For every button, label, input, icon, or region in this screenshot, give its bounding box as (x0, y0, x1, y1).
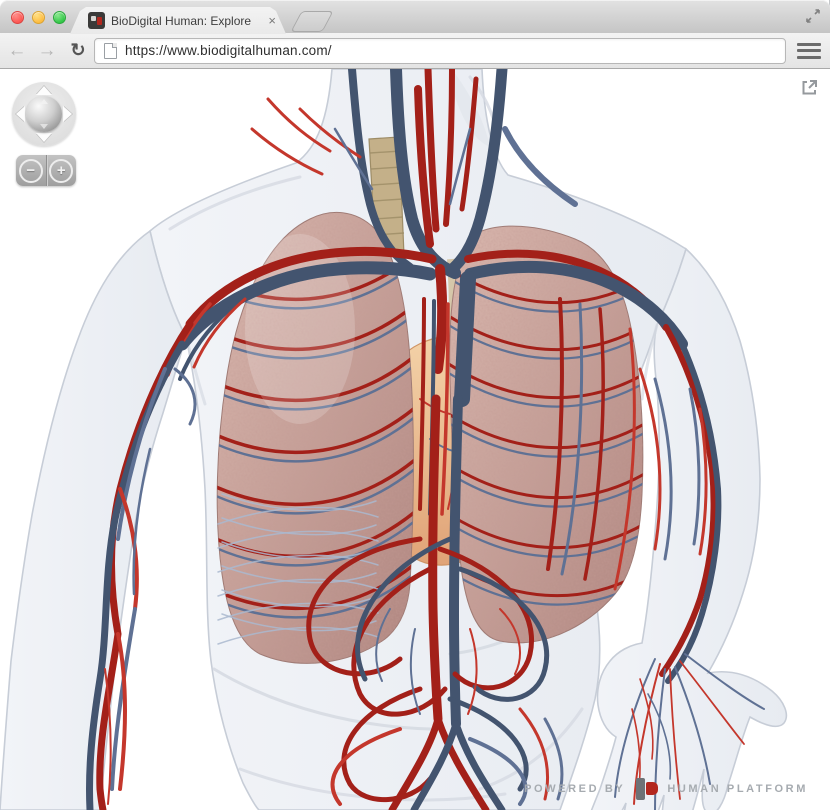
minimize-button[interactable] (32, 11, 45, 24)
close-button[interactable] (11, 11, 24, 24)
viewport: − + POWERED BY HUMAN PLATFORM (0, 69, 830, 810)
new-tab-button[interactable] (290, 11, 333, 32)
zoom-out-button[interactable]: − (16, 155, 46, 186)
external-link-icon[interactable] (800, 78, 819, 97)
zoom-in-button[interactable]: + (46, 155, 77, 186)
tab-close-icon[interactable]: × (268, 14, 276, 27)
rotate-down-icon (40, 124, 48, 129)
browser-window: BioDigital Human: Explore × ← → ↻ https:… (0, 0, 830, 810)
pan-up-icon[interactable] (36, 86, 52, 95)
fullscreen-expand-icon[interactable] (805, 8, 821, 24)
address-bar[interactable]: https://www.biodigitalhuman.com/ (94, 38, 786, 64)
zoom-controls: − + (16, 155, 76, 186)
pan-rotate-control[interactable] (12, 82, 76, 146)
pan-left-icon[interactable] (16, 106, 25, 122)
browser-tab[interactable]: BioDigital Human: Explore × (70, 7, 286, 34)
browser-toolbar: ← → ↻ https://www.biodigitalhuman.com/ (0, 33, 830, 69)
platform-label: HUMAN PLATFORM (667, 783, 808, 795)
menu-icon[interactable] (796, 41, 822, 61)
forward-button[interactable]: → (34, 41, 60, 60)
window-controls (11, 11, 66, 24)
reload-button[interactable]: ↻ (66, 40, 90, 61)
pan-down-icon[interactable] (36, 133, 52, 142)
page-icon (104, 43, 117, 59)
biodigital-favicon-icon (88, 12, 105, 29)
minus-icon: − (19, 159, 43, 183)
biodigital-logo-icon (634, 777, 658, 801)
url-text[interactable]: https://www.biodigitalhuman.com/ (125, 43, 332, 58)
powered-by-bar: POWERED BY HUMAN PLATFORM (524, 777, 808, 801)
anatomy-3d-view[interactable] (0, 69, 830, 810)
pan-right-icon[interactable] (63, 106, 72, 122)
tab-title: BioDigital Human: Explore (111, 14, 264, 28)
rotate-ball[interactable] (26, 96, 62, 132)
back-button[interactable]: ← (4, 41, 30, 60)
zoom-button[interactable] (53, 11, 66, 24)
plus-icon: + (49, 159, 73, 183)
tab-strip: BioDigital Human: Explore × (0, 0, 830, 33)
rotate-up-icon (40, 99, 48, 104)
powered-by-label: POWERED BY (524, 783, 625, 795)
